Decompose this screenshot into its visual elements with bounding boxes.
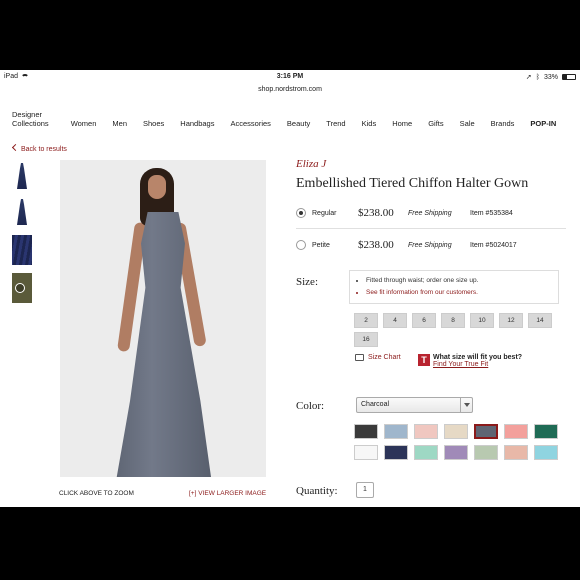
video-thumbnail[interactable]	[12, 273, 32, 303]
zoom-hint: CLICK ABOVE TO ZOOM	[59, 490, 134, 497]
color-swatch-lavender[interactable]	[444, 445, 468, 460]
nav-handbags[interactable]: Handbags	[180, 119, 214, 128]
color-swatch-champagne[interactable]	[444, 424, 468, 439]
main-nav: Designer Collections Women Men Shoes Han…	[12, 106, 580, 128]
regular-radio[interactable]	[296, 208, 306, 218]
color-swatches	[354, 424, 559, 460]
nav-home[interactable]: Home	[392, 119, 412, 128]
color-swatch-blush[interactable]	[414, 424, 438, 439]
size-option-16[interactable]: 16	[354, 332, 378, 347]
size-fit-tip: Fitted through waist; order one size up.…	[349, 270, 559, 304]
location-icon: ➚	[525, 74, 532, 81]
color-swatch-peach[interactable]	[504, 445, 528, 460]
color-select[interactable]: Charcoal	[356, 397, 473, 413]
nav-women[interactable]: Women	[71, 119, 97, 128]
color-selected-value: Charcoal	[361, 401, 390, 408]
clock: 3:16 PM	[276, 73, 304, 80]
nav-sale[interactable]: Sale	[460, 119, 475, 128]
option-petite[interactable]: Petite $238.00 Free Shipping Item #50240…	[296, 233, 566, 263]
size-option-10[interactable]: 10	[470, 313, 494, 328]
option-price: $238.00	[358, 239, 394, 251]
view-larger-image-link[interactable]: [+] VIEW LARGER IMAGE	[189, 490, 266, 497]
url-bar[interactable]: shop.nordstrom.com	[0, 86, 580, 98]
nav-shoes[interactable]: Shoes	[143, 119, 164, 128]
option-item-number: Item #535384	[470, 210, 513, 217]
chevron-down-icon	[460, 398, 472, 412]
product-main-image[interactable]	[60, 160, 266, 477]
color-swatch-navy[interactable]	[384, 445, 408, 460]
option-divider	[296, 228, 566, 229]
size-option-6[interactable]: 6	[412, 313, 436, 328]
size-option-2[interactable]: 2	[354, 313, 378, 328]
color-swatch-sage[interactable]	[474, 445, 498, 460]
battery-percent: 33%	[543, 73, 558, 81]
option-regular[interactable]: Regular $238.00 Free Shipping Item #5353…	[296, 201, 566, 231]
size-option-12[interactable]: 12	[499, 313, 523, 328]
fabric-detail-thumbnail[interactable]	[12, 235, 32, 265]
petite-radio[interactable]	[296, 240, 306, 250]
bluetooth-icon: ᛒ	[535, 73, 540, 81]
option-item-number: Item #5024017	[470, 242, 517, 249]
size-chart-icon	[355, 354, 364, 361]
find-true-fit-link[interactable]: Find Your True Fit	[433, 361, 522, 368]
size-option-14[interactable]: 14	[528, 313, 552, 328]
back-to-results-link[interactable]: Back to results	[11, 143, 67, 153]
nav-designer-collections[interactable]: Designer Collections	[12, 110, 49, 128]
nav-designer-line2: Collections	[12, 119, 49, 128]
true-fit-question: What size will fit you best?	[433, 354, 523, 361]
size-chart-label: Size Chart	[368, 354, 401, 361]
color-swatch-black[interactable]	[354, 424, 378, 439]
option-shipping: Free Shipping	[408, 242, 452, 249]
color-label: Color:	[296, 400, 325, 412]
battery-icon	[562, 74, 576, 80]
size-option-8[interactable]: 8	[441, 313, 465, 328]
nav-designer-line1: Designer	[12, 110, 43, 119]
nav-trend[interactable]: Trend	[326, 119, 345, 128]
nav-pop-in[interactable]: POP-IN	[530, 119, 556, 128]
nav-brands[interactable]: Brands	[491, 119, 515, 128]
fit-info-link[interactable]: See fit information from our customers.	[366, 289, 548, 296]
product-title: Embellished Tiered Chiffon Halter Gown	[296, 176, 529, 191]
nav-kids[interactable]: Kids	[362, 119, 377, 128]
size-chart-link[interactable]: Size Chart	[355, 354, 401, 361]
option-name: Regular	[312, 210, 337, 217]
nav-beauty[interactable]: Beauty	[287, 119, 310, 128]
color-swatch-sky-blue[interactable]	[384, 424, 408, 439]
quantity-label: Quantity:	[296, 485, 338, 497]
dress-front-thumbnail[interactable]	[12, 160, 32, 190]
size-label: Size:	[296, 276, 318, 288]
option-shipping: Free Shipping	[408, 210, 452, 217]
chevron-left-icon	[11, 143, 20, 152]
color-swatch-mint[interactable]	[414, 445, 438, 460]
nav-gifts[interactable]: Gifts	[428, 119, 443, 128]
option-name: Petite	[312, 242, 330, 249]
color-swatch-coral[interactable]	[504, 424, 528, 439]
product-brand[interactable]: Eliza J	[296, 158, 326, 170]
size-option-4[interactable]: 4	[383, 313, 407, 328]
back-label: Back to results	[21, 146, 67, 153]
play-icon	[15, 283, 25, 293]
true-fit-logo: T	[418, 354, 430, 366]
option-price: $238.00	[358, 207, 394, 219]
color-swatch-aqua[interactable]	[534, 445, 558, 460]
dress-alt-thumbnail[interactable]	[12, 196, 32, 226]
status-bar: iPad 3:16 PM ➚ ᛒ 33%	[0, 70, 580, 86]
true-fit-widget[interactable]: T What size will fit you best? Find Your…	[418, 354, 522, 368]
nav-men[interactable]: Men	[112, 119, 127, 128]
browser-screen: iPad 3:16 PM ➚ ᛒ 33% shop.nordstrom.com …	[0, 70, 580, 507]
color-swatch-white[interactable]	[354, 445, 378, 460]
quantity-input[interactable]: 1	[356, 482, 374, 498]
size-options: 2 4 6 8 10 12 14 16	[354, 313, 564, 347]
color-swatch-charcoal[interactable]	[474, 424, 498, 439]
color-swatch-emerald[interactable]	[534, 424, 558, 439]
fit-tip-text: Fitted through waist; order one size up.	[366, 277, 548, 284]
nav-accessories[interactable]: Accessories	[230, 119, 270, 128]
